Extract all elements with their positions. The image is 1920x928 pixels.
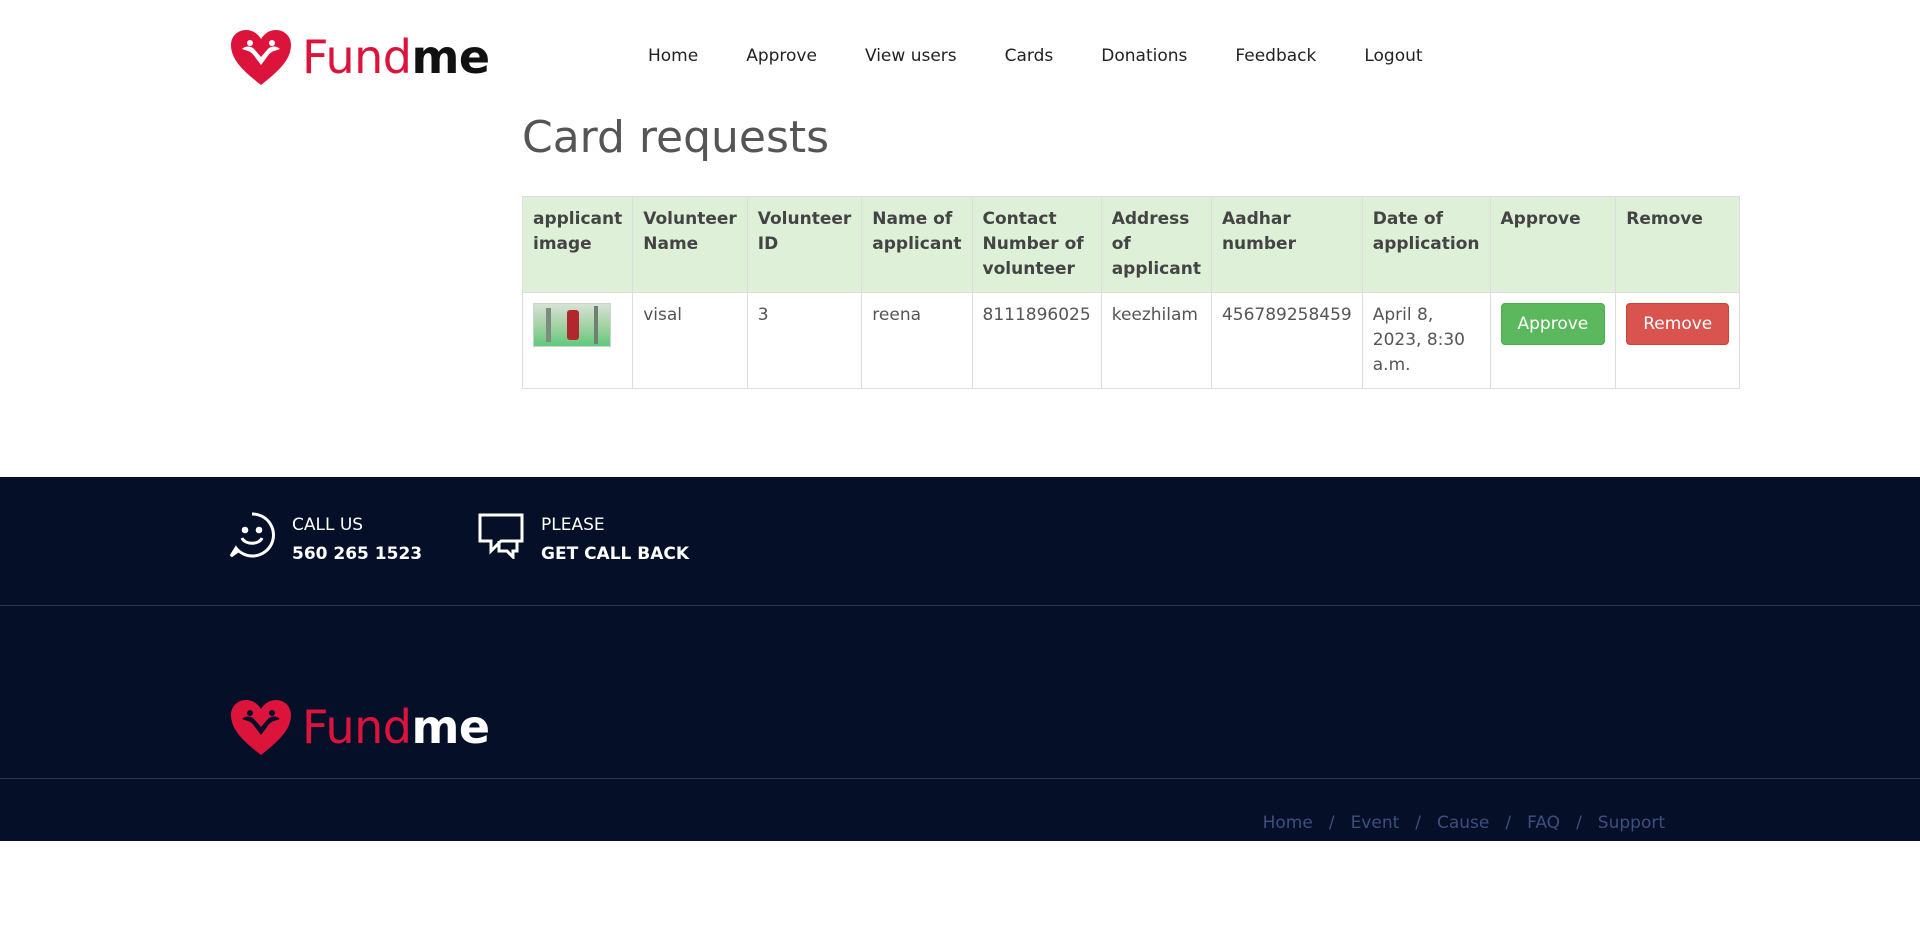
remove-button[interactable]: Remove [1626, 303, 1730, 345]
col-applicant-name: Name of applicant [861, 196, 973, 293]
footer-separator: / [1576, 813, 1582, 833]
col-address: Address of applicant [1100, 196, 1212, 293]
volunteer-name-cell: visal [632, 292, 748, 389]
nav-logout[interactable]: Logout [1340, 44, 1446, 68]
nav-donations[interactable]: Donations [1077, 44, 1211, 68]
call-back-text: PLEASE GET CALL BACK [541, 511, 689, 569]
footer-link-cause[interactable]: Cause [1437, 813, 1489, 833]
nav-cards[interactable]: Cards [981, 44, 1078, 68]
col-contact-number: Contact Number of volunteer [971, 196, 1102, 293]
nav-view-users[interactable]: View users [841, 44, 981, 68]
nav-feedback[interactable]: Feedback [1211, 44, 1340, 68]
footer-divider [0, 605, 1920, 606]
call-us-text: CALL US 560 265 1523 [292, 511, 422, 569]
footer-brand-logo[interactable]: Fundme [228, 697, 490, 757]
brand-name-part1: Fund [302, 30, 412, 84]
col-volunteer-id: Volunteer ID [746, 196, 863, 293]
footer-separator: / [1328, 813, 1335, 833]
footer-separator: / [1415, 813, 1421, 833]
date-cell: April 8, 2023, 8:30 a.m. [1361, 292, 1491, 389]
col-approve: Approve [1489, 196, 1617, 293]
site-header: Fundme Home Approve View users Cards Don… [0, 0, 1920, 110]
call-back-block[interactable]: PLEASE GET CALL BACK [477, 511, 689, 569]
footer-link-event[interactable]: Event [1351, 813, 1400, 833]
footer-link-home[interactable]: Home [1263, 813, 1313, 833]
main-nav: Home Approve View users Cards Donations … [624, 44, 1447, 68]
applicant-image[interactable] [533, 303, 611, 347]
volunteer-id-cell: 3 [746, 292, 863, 389]
table-row: visal 3 reena 8111896025 keezhilam 45678… [521, 292, 1741, 389]
footer-separator: / [1505, 813, 1512, 833]
address-cell: keezhilam [1100, 292, 1212, 389]
nav-home[interactable]: Home [624, 44, 722, 68]
brand-logo[interactable]: Fundme [228, 26, 490, 88]
heart-hands-logo-icon [231, 700, 291, 755]
footer-divider [0, 778, 1920, 779]
footer-nav: Home / Event / Cause / FAQ / Support [1263, 813, 1665, 833]
applicant-image-cell [521, 292, 634, 389]
aadhar-cell: 456789258459 [1210, 292, 1363, 389]
heart-hands-logo-icon [231, 30, 291, 85]
remove-cell: Remove [1615, 292, 1741, 389]
page-title: Card requests [522, 112, 830, 163]
call-back-action[interactable]: GET CALL BACK [541, 540, 689, 569]
card-requests-table: applicant image Volunteer Name Volunteer… [521, 196, 1741, 389]
smiley-phone-icon [229, 512, 275, 558]
call-us-block[interactable]: CALL US 560 265 1523 [228, 511, 422, 569]
contact-cell: 8111896025 [971, 292, 1102, 389]
col-date: Date of application [1361, 196, 1491, 293]
chat-bubbles-icon [478, 513, 524, 559]
thumb-figure [567, 310, 579, 340]
site-footer: CALL US 560 265 1523 PLEASE GET CALL BAC… [0, 477, 1920, 841]
nav-approve[interactable]: Approve [722, 44, 841, 68]
approve-cell: Approve [1489, 292, 1617, 389]
col-aadhar: Aadhar number [1210, 196, 1363, 293]
brand-name-part2: me [411, 30, 490, 84]
table-header-row: applicant image Volunteer Name Volunteer… [521, 196, 1741, 293]
approve-button[interactable]: Approve [1500, 303, 1606, 345]
thumb-post [546, 308, 551, 342]
call-us-number[interactable]: 560 265 1523 [292, 540, 422, 569]
brand-name-part2: me [411, 700, 490, 754]
col-remove: Remove [1615, 196, 1741, 293]
brand-name: Fundme [302, 34, 490, 80]
footer-link-faq[interactable]: FAQ [1527, 813, 1560, 833]
col-volunteer-name: Volunteer Name [632, 196, 748, 293]
applicant-name-cell: reena [861, 292, 973, 389]
footer-brand-name: Fundme [302, 704, 490, 750]
footer-link-support[interactable]: Support [1598, 813, 1665, 833]
brand-name-part1: Fund [302, 700, 412, 754]
thumb-post [594, 306, 598, 344]
col-applicant-image: applicant image [521, 196, 634, 293]
call-back-label: PLEASE [541, 515, 605, 535]
call-us-label: CALL US [292, 515, 364, 535]
